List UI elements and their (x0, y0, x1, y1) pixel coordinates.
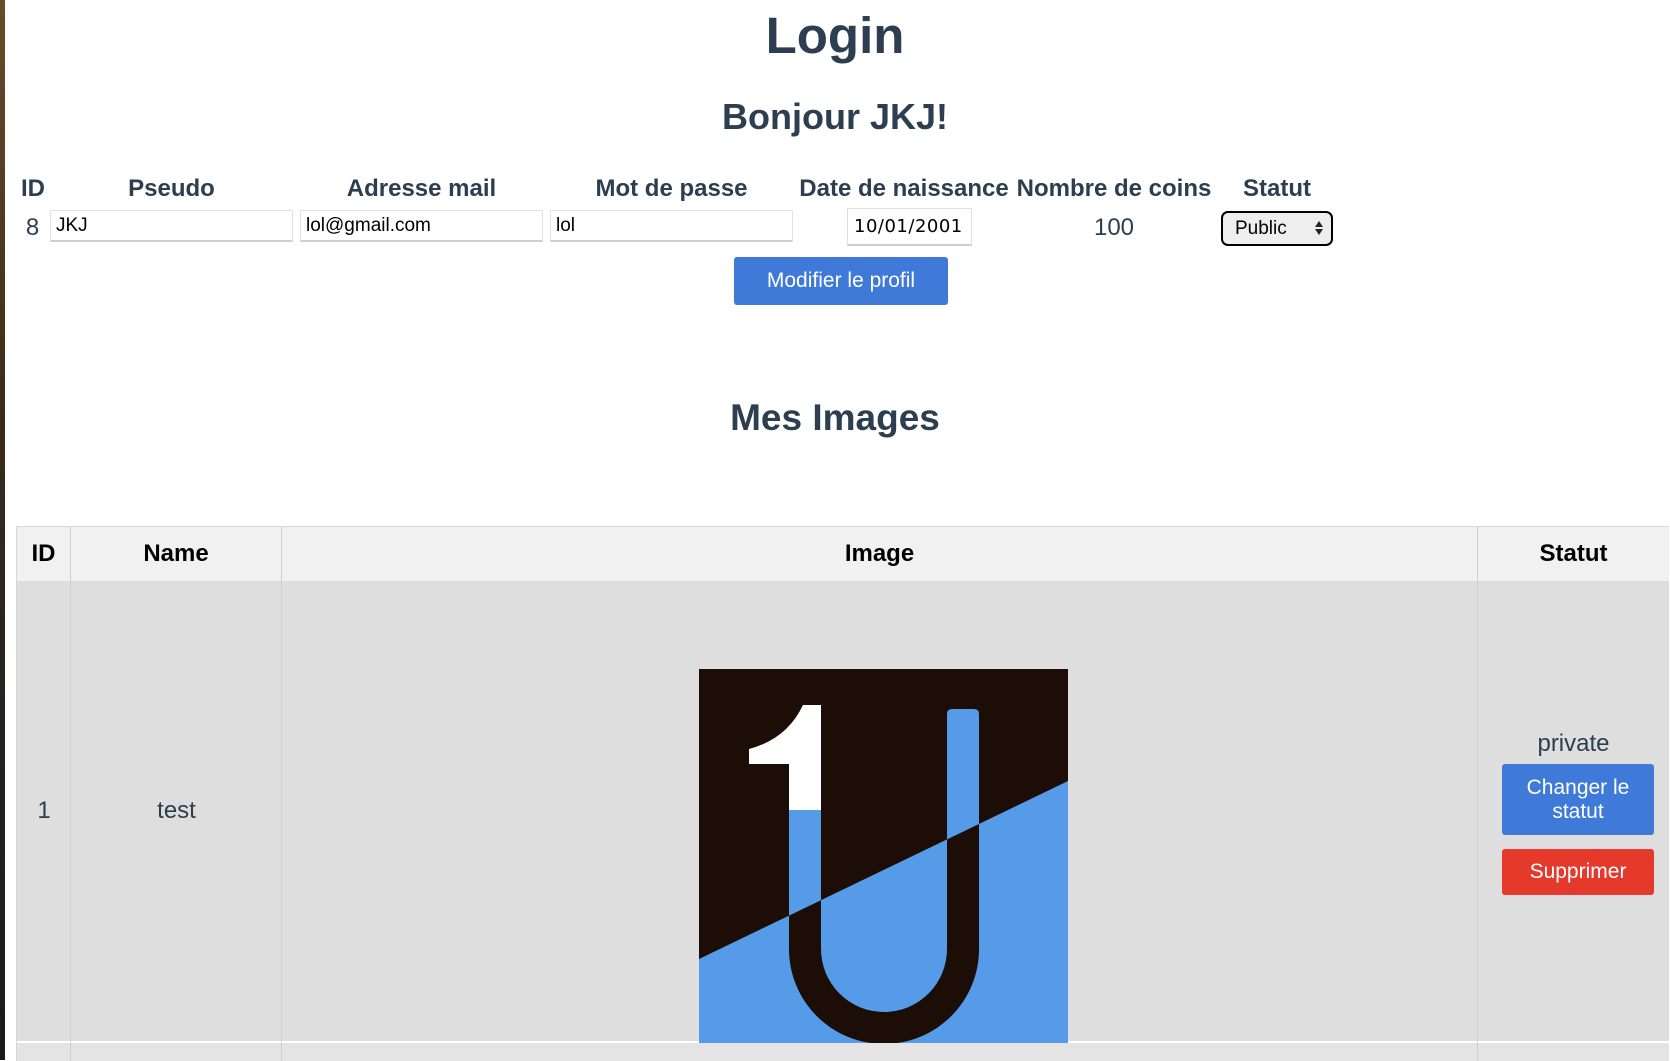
profile-id-value: 8 (25, 214, 40, 241)
profile-header-coins: Nombre de coins (1016, 175, 1212, 202)
page-title: Login (765, 7, 905, 64)
pseudo-input[interactable] (50, 210, 293, 242)
coins-value: 100 (1093, 214, 1135, 241)
birthdate-input[interactable]: 10/01/2001 (847, 208, 972, 246)
profile-header-password: Mot de passe (595, 175, 748, 202)
window-edge (0, 0, 5, 1060)
row-name: test (157, 797, 196, 824)
column-divider (281, 527, 282, 1061)
password-input[interactable] (550, 210, 793, 242)
column-divider (70, 527, 71, 1061)
profile-header-pseudo: Pseudo (128, 175, 215, 202)
profile-header-id: ID (21, 175, 45, 202)
status-select[interactable]: Public (1221, 211, 1333, 246)
email-input[interactable] (300, 210, 543, 242)
greeting-heading: Bonjour JKJ! (721, 96, 948, 137)
u-logo-icon (699, 669, 1068, 1049)
status-select-value: Public (1235, 218, 1287, 239)
images-table: ID Name Image Statut 1 test private Chan… (16, 526, 1669, 1061)
images-section-title: Mes Images (730, 397, 940, 438)
table-row: 1 test private Changer le statut Supprim… (17, 581, 1669, 1049)
modify-profile-button[interactable]: Modifier le profil (734, 257, 948, 305)
profile-header-email: Adresse mail (346, 175, 497, 202)
profile-header-status: Statut (1243, 175, 1311, 202)
table-header-status: Statut (1539, 540, 1608, 567)
row-id: 1 (37, 797, 51, 824)
table-header-name: Name (71, 527, 282, 581)
table-row (17, 1043, 1669, 1061)
select-arrows-icon (1314, 219, 1324, 237)
table-header: ID Name Image Statut (17, 527, 1669, 581)
table-header-image: Image (282, 527, 1478, 581)
table-header-id: ID (17, 527, 71, 581)
row-status: private (1537, 730, 1610, 757)
profile-header-birthdate: Date de naissance (799, 175, 1009, 202)
change-status-button[interactable]: Changer le statut (1502, 764, 1654, 835)
delete-button[interactable]: Supprimer (1502, 849, 1654, 895)
column-divider (1477, 527, 1478, 1061)
